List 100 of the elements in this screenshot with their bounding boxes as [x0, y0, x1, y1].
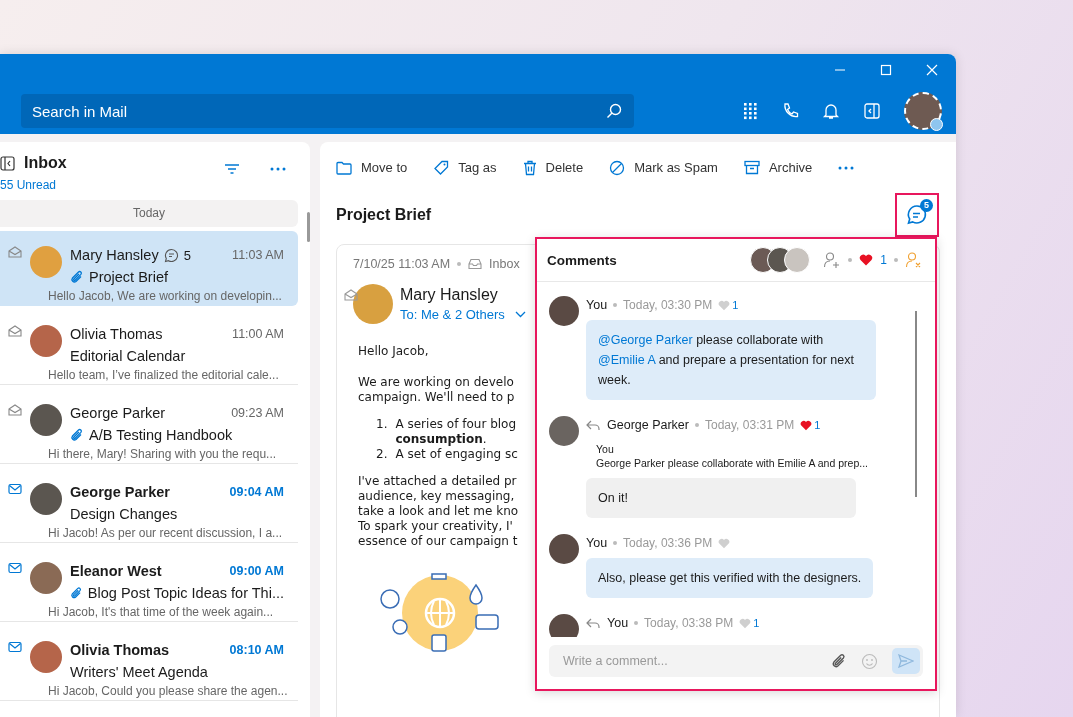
filter-icon[interactable] — [224, 162, 240, 176]
unread-count[interactable]: 55 Unread — [0, 178, 67, 192]
toolbar-button[interactable]: Mark as Spam — [609, 159, 718, 176]
scrollbar[interactable] — [915, 311, 917, 497]
comment-count: 5 — [183, 247, 191, 263]
paperclip-icon — [70, 269, 84, 285]
separator-dot — [894, 258, 898, 262]
panel-icon[interactable] — [863, 102, 881, 120]
mention-link[interactable]: @George Parker — [598, 333, 693, 347]
message-item[interactable]: George Parker 09:04 AM Design Changes Hi Jacob! As per our recent discussion, I a... — [0, 468, 298, 543]
heart-icon[interactable] — [800, 419, 813, 431]
block-icon — [609, 159, 626, 176]
message-time: 11:00 AM — [232, 327, 284, 341]
archive-icon — [743, 160, 760, 175]
separator-dot — [848, 258, 853, 262]
like-count: 1 — [814, 419, 821, 431]
sender-name: Mary Hansley — [70, 247, 159, 263]
commenter-name: George Parker — [586, 418, 689, 432]
comment-field[interactable]: Write a comment... — [549, 645, 923, 677]
search-input[interactable]: Search in Mail — [30, 101, 606, 121]
comment-bubble: @George Parker please collaborate with @Emilie A and prepare a presentation for next week. — [586, 320, 876, 400]
toolbar-button[interactable]: Move to — [336, 160, 408, 175]
comment-icon — [163, 247, 179, 263]
message-time: 09:00 AM — [229, 564, 284, 578]
message-preview: Hi Jacob, It's that time of the week again... — [48, 605, 275, 620]
toolbar-button[interactable]: Delete — [522, 159, 584, 176]
scrollbar[interactable] — [307, 212, 310, 242]
sender-name: George Parker — [70, 405, 166, 421]
message-time: 08:10 AM — [229, 643, 284, 657]
message-item[interactable]: Eleanor West 09:00 AM Blog Post Topic Ideas for Thi... Hi Jacob, It's that time of the week again... — [0, 547, 298, 622]
like-count: 1 — [880, 253, 887, 267]
email-subject: Project Brief — [336, 206, 432, 224]
commenter-name: You — [586, 536, 608, 550]
like-count: 1 — [753, 617, 760, 629]
message-preview: Hello team, I’ve finalized the editorial cale... — [48, 368, 280, 383]
message-item[interactable]: Mary Hansley 5 11:03 AM Project Brief Hello Jacob, We are working on developin... — [0, 231, 298, 306]
collapse-pane-icon[interactable] — [0, 155, 15, 171]
toolbar-button[interactable]: Archive — [743, 160, 813, 175]
search-field[interactable]: Search in Mail — [21, 94, 634, 128]
paperclip-icon[interactable] — [831, 652, 847, 670]
email-paragraph: I've attached a detailed pr audience, key messaging, take a look and let me kno To spark your creativity, I' essence of our campaign t — [358, 474, 519, 549]
reply-arrow-icon — [586, 419, 600, 431]
sender-name: Mary Hansley — [400, 286, 499, 304]
more-icon[interactable] — [838, 165, 855, 170]
separator-dot — [457, 262, 462, 266]
sender-avatar — [30, 483, 62, 515]
date-group-header: Today — [0, 200, 298, 227]
close-icon[interactable] — [926, 64, 938, 76]
email-paragraph: We are working on develo campaign. We'll need to p — [358, 375, 515, 405]
list-item-text: A set of engaging sc — [395, 447, 518, 462]
search-icon[interactable] — [606, 103, 622, 119]
bell-icon[interactable] — [822, 102, 840, 120]
like-count: 1 — [732, 299, 739, 311]
envelope-icon — [8, 483, 22, 495]
separator-dot — [695, 423, 699, 427]
message-subject: Project Brief — [89, 269, 168, 285]
sender-name: Eleanor West — [70, 563, 162, 579]
message-time: 09:23 AM — [231, 406, 284, 420]
email-folder: Inbox — [489, 257, 520, 271]
sender-name: George Parker — [70, 484, 170, 500]
message-item[interactable]: Olivia Thomas 11:00 AM Editorial Calendar Hello team, I’ve finalized the editorial cale... — [0, 310, 298, 385]
comment-bubble: Also, please get this verified with the designers. — [586, 558, 874, 598]
comment-bubble: On it! — [586, 478, 856, 518]
paperclip-icon — [70, 427, 84, 443]
recipients-link[interactable]: To: Me & 2 Others — [400, 307, 526, 322]
chevron-down-icon — [514, 311, 526, 318]
folder-icon — [336, 160, 352, 175]
list-number: 1. — [376, 417, 388, 433]
dialpad-icon[interactable] — [742, 102, 758, 120]
more-icon[interactable] — [270, 167, 286, 171]
envelope-icon — [8, 641, 22, 653]
profile-avatar[interactable] — [904, 92, 942, 130]
sender-avatar — [353, 284, 393, 324]
email-date: 7/10/25 11:03 AM — [353, 257, 451, 271]
message-time: 11:03 AM — [232, 248, 284, 262]
paperclip-icon — [70, 585, 83, 601]
open-envelope-icon — [8, 246, 22, 258]
message-preview: Hello Jacob, We are working on developin... — [48, 289, 283, 304]
phone-icon[interactable] — [781, 102, 799, 120]
envelope-icon — [8, 562, 22, 574]
status-dot — [930, 118, 943, 131]
message-item[interactable]: Olivia Thomas 08:10 AM Writers' Meet Agenda Hi Jacob, Could you please share the agen... — [0, 626, 298, 701]
toolbar-button[interactable]: Tag as — [433, 159, 497, 176]
message-preview: Hi Jacob! As per our recent discussion, I a... — [48, 526, 284, 541]
add-person-icon[interactable] — [823, 251, 842, 269]
comment-input[interactable]: Write a comment... — [561, 653, 817, 669]
comments-title: Comments — [547, 252, 617, 268]
heart-icon[interactable] — [859, 254, 874, 266]
open-envelope-icon — [8, 404, 22, 416]
sender-avatar — [30, 641, 62, 673]
maximize-icon[interactable] — [880, 64, 892, 76]
message-item[interactable]: George Parker 09:23 AM A/B Testing Handbook Hi there, Mary! Sharing with you the requ... — [0, 389, 298, 464]
reply-arrow-icon — [586, 617, 600, 629]
comment-time: Today, 03:31 PM — [705, 418, 795, 432]
sender-name: Olivia Thomas — [70, 642, 170, 658]
commenter-name: You — [586, 298, 608, 312]
message-subject: Writers' Meet Agenda — [70, 664, 208, 680]
comment-time: Today, 03:38 PM — [644, 616, 734, 630]
open-envelope-icon — [344, 289, 358, 301]
mention-link[interactable]: @Emilie A — [598, 353, 656, 367]
